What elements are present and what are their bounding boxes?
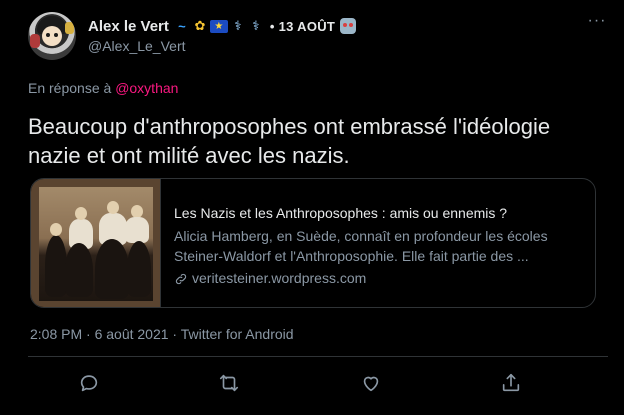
wave-icon: ~: [178, 18, 186, 34]
link-card-description: Alicia Hamberg, en Suède, connaît en pro…: [174, 226, 548, 266]
syringe-icon: ⚕: [234, 18, 242, 33]
author-badges: ~ ✿ ★ ⚕ ⚕: [174, 18, 264, 34]
link-card-domain: veritesteiner.wordpress.com: [174, 268, 548, 288]
retweet-icon[interactable]: [218, 372, 242, 396]
author-name[interactable]: Alex le Vert: [88, 18, 169, 35]
link-icon: [174, 271, 188, 285]
link-card-body: Les Nazis et les Anthroposophes : amis o…: [161, 179, 560, 307]
reply-context: En réponse à @oxythan: [28, 80, 178, 96]
eu-flag-icon: ★: [209, 19, 228, 33]
link-card-image: [31, 179, 161, 307]
syringe-icon: ⚕: [252, 18, 260, 33]
reply-icon[interactable]: [78, 372, 102, 396]
reply-mention-link[interactable]: @oxythan: [115, 80, 178, 96]
tweet-timestamp[interactable]: 2:08 PM · 6 août 2021 · Twitter for Andr…: [30, 326, 294, 342]
link-card-description-line: Alicia Hamberg, en Suède, connaît en pro…: [174, 228, 548, 244]
link-card-description-line: Steiner-Waldorf et l'Anthroposophie. Ell…: [174, 248, 529, 264]
like-icon[interactable]: [360, 372, 384, 396]
tweet-header: Alex le Vert ~ ✿ ★ ⚕ ⚕ • 13 AOÛT @Alex_L…: [28, 12, 608, 60]
author-handle[interactable]: @Alex_Le_Vert: [88, 38, 186, 54]
reply-prefix: En réponse à: [28, 80, 112, 96]
more-options-icon[interactable]: ···: [586, 13, 608, 34]
link-card[interactable]: Les Nazis et les Anthroposophes : amis o…: [30, 178, 596, 308]
link-card-title: Les Nazis et les Anthroposophes : amis o…: [174, 205, 508, 221]
tweet-text: Beaucoup d'anthroposophes ont embrassé l…: [28, 114, 551, 168]
share-icon[interactable]: [500, 372, 524, 396]
avatar[interactable]: [28, 12, 76, 60]
date-label: • 13 AOÛT: [269, 18, 336, 34]
divider: [28, 356, 608, 357]
robot-icon: [340, 18, 357, 34]
action-bar: [60, 368, 580, 400]
sunflower-icon: ✿: [194, 18, 206, 33]
author-name-line: Alex le Vert ~ ✿ ★ ⚕ ⚕ • 13 AOÛT: [88, 16, 357, 36]
link-card-domain-text: veritesteiner.wordpress.com: [192, 270, 367, 286]
